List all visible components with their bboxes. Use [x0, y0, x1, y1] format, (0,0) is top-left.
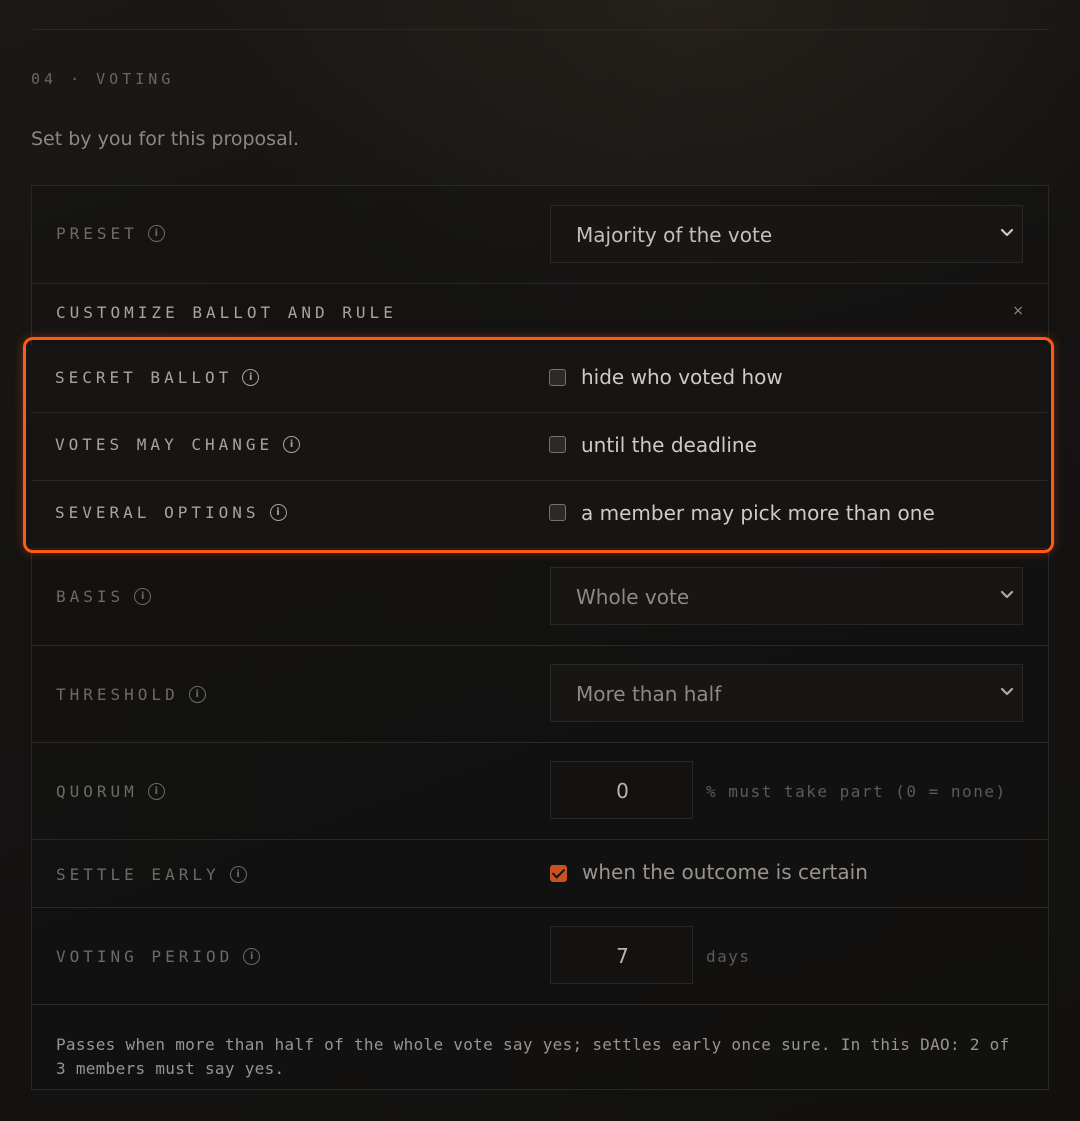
ballot-options-group: SECRET BALLOT i hide who voted how VOTES…: [31, 345, 1049, 549]
secret-ballot-checkbox[interactable]: [549, 369, 566, 386]
preset-select-value: Majority of the vote: [576, 223, 773, 247]
basis-select[interactable]: Whole vote: [550, 567, 1023, 625]
quorum-suffix: % must take part (0 = none): [706, 782, 1007, 801]
section-divider: [31, 29, 1049, 30]
quorum-row: QUORUM i 0 % must take part (0 = none): [32, 742, 1048, 840]
info-icon[interactable]: i: [134, 588, 152, 605]
votes-may-change-text: until the deadline: [581, 433, 757, 457]
info-icon[interactable]: i: [243, 948, 261, 965]
settle-early-label-text: SETTLE EARLY: [56, 865, 220, 884]
several-options-checkbox[interactable]: [549, 504, 566, 521]
chevron-down-icon: [1000, 687, 1014, 696]
several-options-text: a member may pick more than one: [581, 501, 935, 525]
basis-label-text: BASIS: [56, 587, 125, 606]
votes-may-change-row: VOTES MAY CHANGE i until the deadline: [31, 412, 1047, 481]
several-options-label-text: SEVERAL OPTIONS: [55, 503, 260, 522]
votes-may-change-checkbox[interactable]: [549, 436, 566, 453]
threshold-select[interactable]: More than half: [550, 664, 1023, 722]
quorum-input[interactable]: 0: [550, 761, 693, 819]
threshold-label: THRESHOLD i: [56, 685, 206, 704]
preset-select[interactable]: Majority of the vote: [550, 205, 1023, 263]
section-heading: 04 · VOTING: [31, 70, 175, 88]
several-options-row: SEVERAL OPTIONS i a member may pick more…: [31, 480, 1047, 549]
chevron-down-icon: [1000, 590, 1014, 599]
threshold-label-text: THRESHOLD: [56, 685, 179, 704]
voting-period-input[interactable]: 7: [550, 926, 693, 984]
info-icon[interactable]: i: [283, 436, 301, 453]
votes-may-change-label-text: VOTES MAY CHANGE: [55, 435, 274, 454]
voting-section: 04 · VOTING Set by you for this proposal…: [31, 0, 1049, 1121]
preset-row: PRESET i Majority of the vote: [32, 186, 1048, 284]
customize-row: CUSTOMIZE BALLOT AND RULE ×: [32, 283, 1048, 345]
chevron-down-icon: [1000, 228, 1014, 237]
threshold-row: THRESHOLD i More than half: [32, 645, 1048, 743]
info-icon[interactable]: i: [188, 686, 206, 703]
info-icon[interactable]: i: [242, 369, 260, 386]
section-description: Set by you for this proposal.: [31, 128, 300, 150]
voting-period-value: 7: [616, 944, 629, 968]
info-icon[interactable]: i: [147, 225, 165, 242]
voting-period-label: VOTING PERIOD i: [56, 947, 261, 966]
rule-summary: Passes when more than half of the whole …: [56, 1035, 1010, 1078]
settle-early-text: when the outcome is certain: [582, 860, 868, 884]
info-icon[interactable]: i: [229, 866, 247, 883]
voting-period-suffix: days: [706, 947, 751, 966]
voting-settings-panel: PRESET i Majority of the vote CUSTOMIZE …: [31, 185, 1049, 1090]
quorum-label: QUORUM i: [56, 782, 165, 801]
customize-label: CUSTOMIZE BALLOT AND RULE: [56, 303, 397, 322]
settle-early-label: SETTLE EARLY i: [56, 865, 247, 884]
basis-label: BASIS i: [56, 587, 152, 606]
settle-early-row: SETTLE EARLY i when the outcome is certa…: [32, 839, 1048, 908]
preset-label-text: PRESET: [56, 224, 138, 243]
voting-period-row: VOTING PERIOD i 7 days: [32, 907, 1048, 1005]
basis-select-value: Whole vote: [576, 585, 690, 609]
secret-ballot-row: SECRET BALLOT i hide who voted how: [31, 345, 1047, 413]
secret-ballot-text: hide who voted how: [581, 365, 783, 389]
quorum-value: 0: [616, 779, 629, 803]
threshold-select-value: More than half: [576, 682, 722, 706]
quorum-label-text: QUORUM: [56, 782, 138, 801]
basis-row: BASIS i Whole vote: [32, 548, 1048, 646]
close-icon[interactable]: ×: [1012, 303, 1024, 319]
secret-ballot-label-text: SECRET BALLOT: [55, 368, 233, 387]
several-options-label: SEVERAL OPTIONS i: [55, 503, 287, 522]
voting-period-label-text: VOTING PERIOD: [56, 947, 234, 966]
preset-label: PRESET i: [56, 224, 165, 243]
votes-may-change-label: VOTES MAY CHANGE i: [55, 435, 301, 454]
info-icon[interactable]: i: [269, 504, 287, 521]
settle-early-checkbox[interactable]: [550, 865, 567, 882]
info-icon[interactable]: i: [147, 783, 165, 800]
secret-ballot-label: SECRET BALLOT i: [55, 368, 260, 387]
